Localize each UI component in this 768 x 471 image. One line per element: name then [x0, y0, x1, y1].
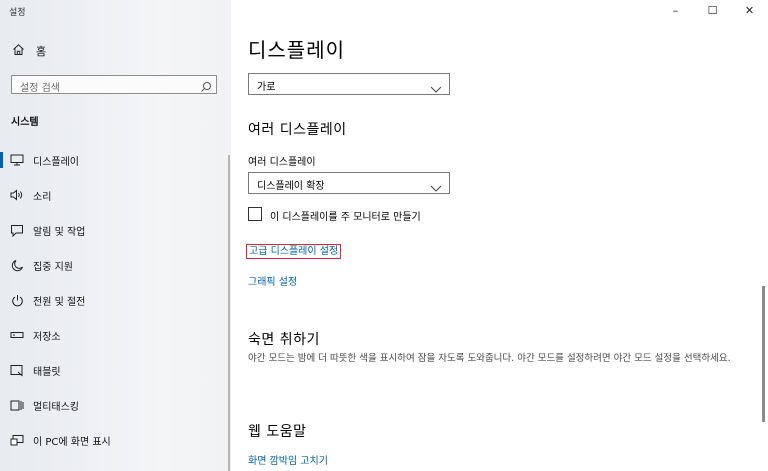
web-help-heading: 웹 도움말: [248, 424, 307, 440]
sidebar-item-storage[interactable]: 저장소: [0, 320, 231, 350]
tablet-icon: [9, 362, 25, 378]
project-icon: [9, 432, 25, 448]
sidebar-item-label: 전원 및 절전: [33, 296, 86, 308]
sidebar-scrollbar[interactable]: [228, 155, 230, 471]
multiple-displays-heading: 여러 디스플레이: [248, 122, 347, 138]
main-display-checkbox[interactable]: [248, 207, 262, 221]
search-icon[interactable]: [200, 78, 212, 92]
sidebar-item-focus-assist[interactable]: 집중 지원: [0, 250, 231, 280]
orientation-dropdown[interactable]: 가로: [248, 73, 450, 95]
section-title: 시스템: [11, 117, 39, 128]
notification-icon: [9, 222, 25, 238]
storage-icon: [9, 327, 25, 343]
moon-icon: [9, 257, 25, 273]
sidebar-item-label: 소리: [33, 191, 52, 203]
multiple-displays-dropdown[interactable]: 디스플레이 확장: [248, 172, 450, 194]
main-scrollbar[interactable]: [762, 286, 765, 422]
search-placeholder: 설정 검색: [20, 83, 60, 94]
app-title: 설정: [9, 8, 26, 18]
main-display-checkbox-label[interactable]: 이 디스플레이를 주 모니터로 만들기: [270, 208, 421, 223]
settings-search-input[interactable]: 설정 검색: [11, 75, 217, 94]
home-nav-item[interactable]: 홈: [12, 43, 46, 59]
advanced-display-settings-link[interactable]: 고급 디스플레이 설정: [246, 244, 342, 259]
sidebar-item-notifications[interactable]: 알림 및 작업: [0, 215, 231, 245]
chevron-down-icon: [430, 79, 442, 93]
sidebar-item-label: 멀티태스킹: [33, 401, 79, 413]
sidebar-item-project[interactable]: 이 PC에 화면 표시: [0, 425, 231, 455]
sidebar-item-label: 디스플레이: [33, 156, 79, 168]
home-label: 홈: [36, 45, 47, 58]
sidebar-item-label: 이 PC에 화면 표시: [33, 436, 111, 448]
monitor-icon: [9, 152, 25, 168]
power-icon: [9, 292, 25, 308]
sleep-heading: 숙면 취하기: [248, 332, 320, 348]
sidebar-item-sound[interactable]: 소리: [0, 180, 231, 210]
sidebar-item-power[interactable]: 전원 및 절전: [0, 285, 231, 315]
graphics-settings-link[interactable]: 그래픽 설정: [248, 273, 297, 288]
sidebar-item-label: 저장소: [33, 331, 61, 343]
multiple-displays-value: 디스플레이 확장: [257, 181, 325, 192]
sidebar-item-label: 알림 및 작업: [33, 226, 86, 238]
home-icon: [12, 43, 25, 59]
orientation-value: 가로: [257, 82, 276, 93]
main-content: 디스플레이 가로 여러 디스플레이 여러 디스플레이 디스플레이 확장 이 디스…: [231, 0, 768, 471]
sidebar-item-display[interactable]: 디스플레이: [0, 145, 231, 175]
chevron-down-icon: [430, 178, 442, 192]
fix-screen-flicker-link[interactable]: 화면 깜박임 고치기: [248, 452, 328, 467]
sidebar-item-label: 태블릿: [33, 366, 61, 378]
page-title: 디스플레이: [248, 38, 345, 62]
sleep-description: 야간 모드는 밤에 더 따뜻한 색을 표시하여 잠을 자도록 도와줍니다. 야간…: [248, 353, 731, 364]
sidebar-item-multitasking[interactable]: 멀티태스킹: [0, 390, 231, 420]
multiple-displays-label: 여러 디스플레이: [248, 157, 316, 168]
sidebar-item-tablet[interactable]: 태블릿: [0, 355, 231, 385]
sidebar: 설정 홈 설정 검색 시스템 디스플레이 소리 알림 및 작업 집중 지원 전원…: [0, 0, 231, 471]
sidebar-item-label: 집중 지원: [33, 261, 73, 273]
multitask-icon: [9, 397, 25, 413]
speaker-icon: [9, 187, 25, 203]
